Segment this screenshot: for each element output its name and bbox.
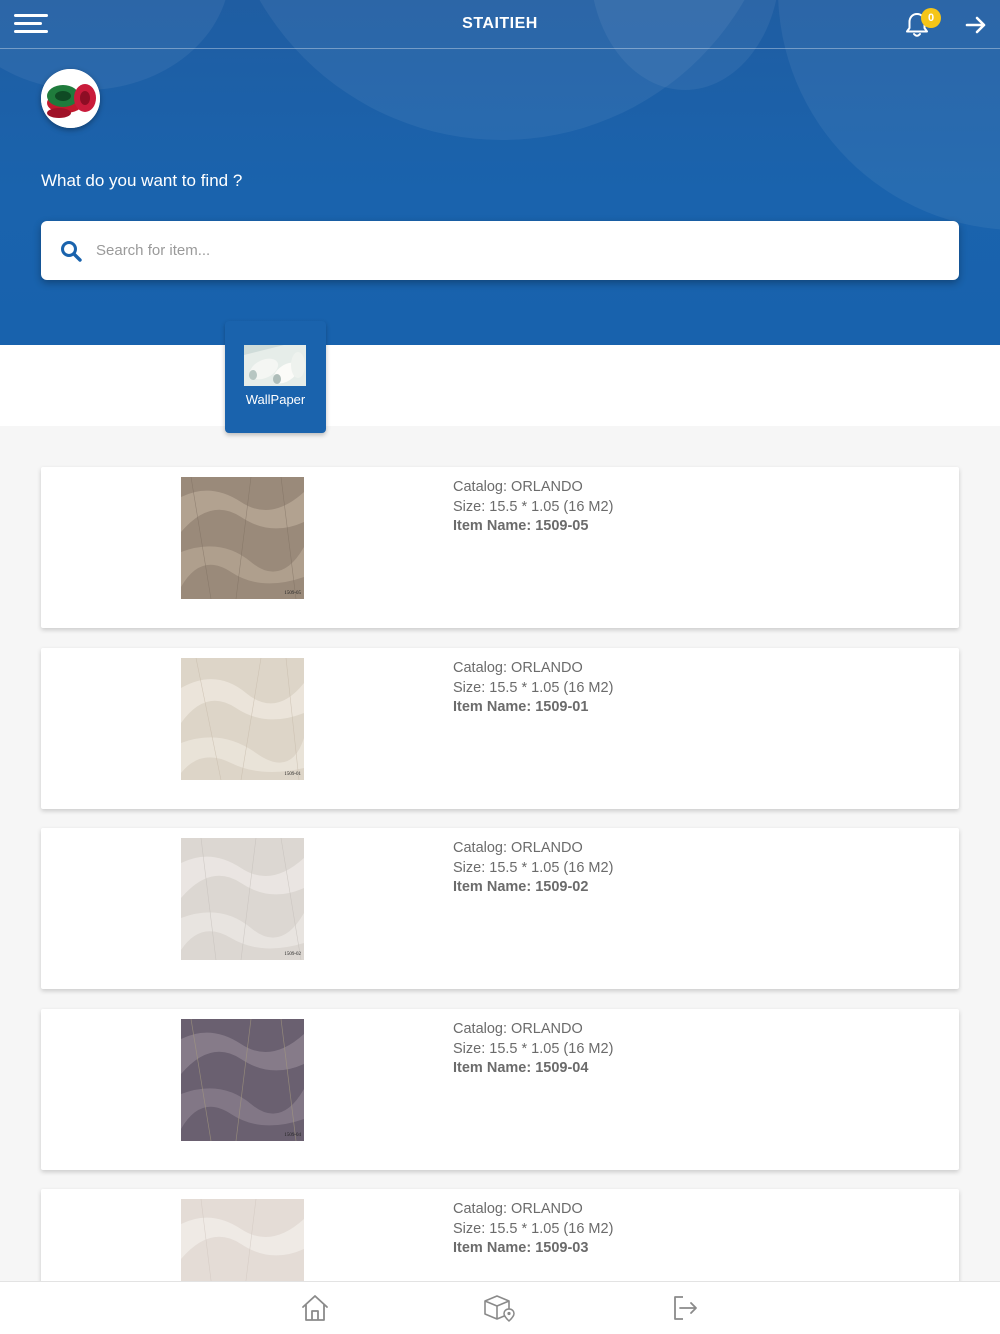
product-info: Catalog: ORLANDO Size: 15.5 * 1.05 (16 M… [453, 1020, 613, 1079]
home-icon[interactable] [298, 1292, 332, 1324]
product-size: Size: 15.5 * 1.05 (16 M2) [453, 498, 614, 515]
product-info: Catalog: ORLANDO Size: 15.5 * 1.05 (16 M… [453, 659, 613, 718]
bottom-navigation [0, 1281, 1000, 1334]
product-catalog: Catalog: ORLANDO [453, 1201, 583, 1217]
product-card[interactable]: 1509-04 Catalog: ORLANDO Size: 15.5 * 1.… [41, 1009, 959, 1170]
product-catalog: Catalog: ORLANDO [453, 840, 583, 856]
category-wallpaper[interactable]: WallPaper [225, 321, 326, 433]
product-catalog: Catalog: ORLANDO [453, 479, 583, 495]
product-swatch-image: 1509-04 [181, 1019, 304, 1141]
swatch-code-label: 1509-04 [284, 1133, 301, 1138]
company-logo-avatar [41, 69, 100, 128]
product-item-name: Item Name: 1509-01 [453, 699, 589, 715]
product-info: Catalog: ORLANDO Size: 15.5 * 1.05 (16 M… [453, 478, 613, 537]
swatch-code-label: 1509-01 [284, 772, 301, 777]
product-size: Size: 15.5 * 1.05 (16 M2) [453, 679, 614, 696]
product-size: Size: 15.5 * 1.05 (16 M2) [453, 1040, 614, 1057]
box-location-icon[interactable] [482, 1292, 516, 1324]
swatch-code-label: 1509-02 [284, 952, 301, 957]
product-list: 1509-05 Catalog: ORLANDO Size: 15.5 * 1.… [0, 426, 1000, 1281]
wallpaper-rolls-thumbnail [244, 345, 306, 386]
product-info: Catalog: ORLANDO Size: 15.5 * 1.05 (16 M… [453, 839, 613, 898]
top-app-bar: STAITIEH 0 [0, 0, 1000, 49]
product-item-name: Item Name: 1509-05 [453, 518, 589, 534]
category-strip [0, 345, 1000, 426]
product-card[interactable]: 1509-05 Catalog: ORLANDO Size: 15.5 * 1.… [41, 467, 959, 628]
product-swatch-image: 1509-02 [181, 838, 304, 960]
product-card[interactable]: 1509-02 Catalog: ORLANDO Size: 15.5 * 1.… [41, 828, 959, 989]
product-catalog: Catalog: ORLANDO [453, 660, 583, 676]
search-bar [41, 221, 959, 280]
product-size: Size: 15.5 * 1.05 (16 M2) [453, 1220, 614, 1237]
product-swatch-image: 1509-01 [181, 658, 304, 780]
product-item-name: Item Name: 1509-03 [453, 1240, 589, 1256]
product-swatch-image: 1509-05 [181, 477, 304, 599]
category-label: WallPaper [245, 392, 306, 407]
app-title: STAITIEH [462, 15, 538, 32]
product-info: Catalog: ORLANDO Size: 15.5 * 1.05 (16 M… [453, 1200, 613, 1259]
swatch-code-label: 1509-05 [284, 591, 301, 596]
arrow-right-icon[interactable] [964, 13, 988, 37]
product-catalog: Catalog: ORLANDO [453, 1021, 583, 1037]
product-card[interactable]: 1509-03 Catalog: ORLANDO Size: 15.5 * 1.… [41, 1189, 959, 1281]
search-prompt-heading: What do you want to find ? [41, 171, 243, 190]
search-icon [61, 241, 82, 262]
product-item-name: Item Name: 1509-04 [453, 1060, 589, 1076]
product-size: Size: 15.5 * 1.05 (16 M2) [453, 859, 614, 876]
product-item-name: Item Name: 1509-02 [453, 879, 589, 895]
product-card[interactable]: 1509-01 Catalog: ORLANDO Size: 15.5 * 1.… [41, 648, 959, 809]
header-hero: STAITIEH 0 What do you want to find ? [0, 0, 1000, 345]
logout-icon[interactable] [668, 1292, 702, 1324]
search-input[interactable] [96, 221, 936, 280]
notification-count-badge: 0 [921, 8, 941, 28]
product-swatch-image: 1509-03 [181, 1199, 304, 1281]
